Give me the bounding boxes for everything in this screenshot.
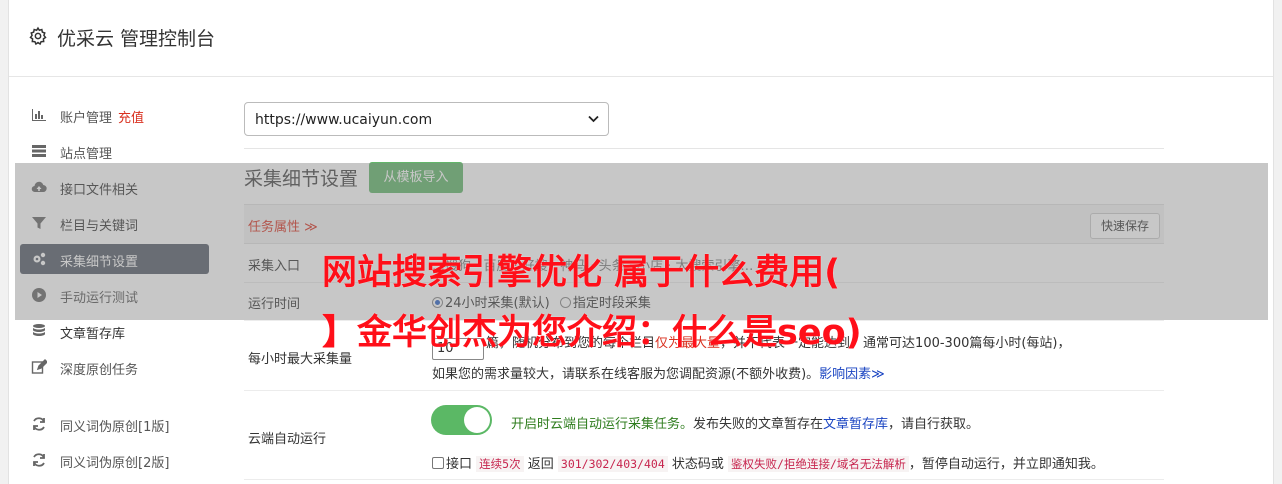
refresh-icon [33, 417, 45, 431]
divider [244, 148, 1164, 149]
refresh-icon [33, 453, 45, 467]
sidebar-item-synonym-v1[interactable]: 同义词伪原创[1版] [20, 409, 209, 439]
pause-checkbox[interactable] [432, 457, 444, 469]
sidebar-item-sites[interactable]: 站点管理 [20, 136, 209, 166]
sidebar-item-synonym-v2[interactable]: 同义词伪原创[2版] [20, 445, 209, 475]
chevron-down-icon [588, 115, 599, 123]
site-select[interactable]: https://www.ucaiyun.com [244, 102, 609, 136]
divider [244, 390, 1164, 391]
sidebar-item-label: 文章暂存库 [60, 327, 126, 342]
site-select-value: https://www.ucaiyun.com [255, 112, 433, 128]
article-store-link[interactable]: 文章暂存库 [823, 417, 888, 432]
sidebar-item-label: 账户管理 [60, 111, 113, 126]
factors-link[interactable]: 影响因素≫ [819, 367, 885, 382]
database-icon [33, 324, 45, 336]
bar-chart-icon [32, 109, 46, 121]
sidebar-item-account[interactable]: 账户管理 充值 [20, 100, 209, 130]
page-title: 优采云 管理控制台 [57, 28, 216, 50]
pause-checkbox-row: 接口 连续5次 返回 301/302/403/404 状态码或 鉴权失败/拒绝连… [432, 453, 1104, 472]
cloud-run-toggle[interactable] [431, 405, 492, 435]
gear-icon [29, 26, 47, 46]
overlay-banner [15, 163, 1268, 320]
edit-icon [31, 359, 47, 374]
sidebar-item-label: 站点管理 [60, 147, 113, 162]
max-per-hour-line2: 如果您的需求量较大，请联系在线客服为您调配资源(不额外收费)。影响因素≫ [432, 367, 885, 382]
recharge-link[interactable]: 充值 [118, 111, 144, 126]
cloud-run-desc: 开启时云端自动运行采集任务。发布失败的文章暂存在文章暂存库，请自行获取。 [511, 417, 980, 432]
sidebar-item-article-store[interactable]: 文章暂存库 [20, 316, 209, 346]
page-header: 优采云 管理控制台 [9, 0, 1273, 77]
sidebar-item-label: 同义词伪原创[1版] [60, 420, 170, 435]
divider [244, 479, 1164, 480]
overlay-text-line1: 网站搜索引擎优化 属于什么费用( [322, 253, 841, 293]
row-label-cloud: 云端自动运行 [248, 432, 327, 447]
server-icon [32, 145, 46, 157]
overlay-text-line2: 】金华创杰为您介绍：什么是seo) [322, 313, 862, 353]
toggle-knob [464, 407, 490, 433]
sidebar-item-deep-original[interactable]: 深度原创任务 [20, 352, 209, 382]
sidebar-item-label: 深度原创任务 [60, 363, 139, 378]
sidebar-item-label: 同义词伪原创[2版] [60, 456, 170, 471]
